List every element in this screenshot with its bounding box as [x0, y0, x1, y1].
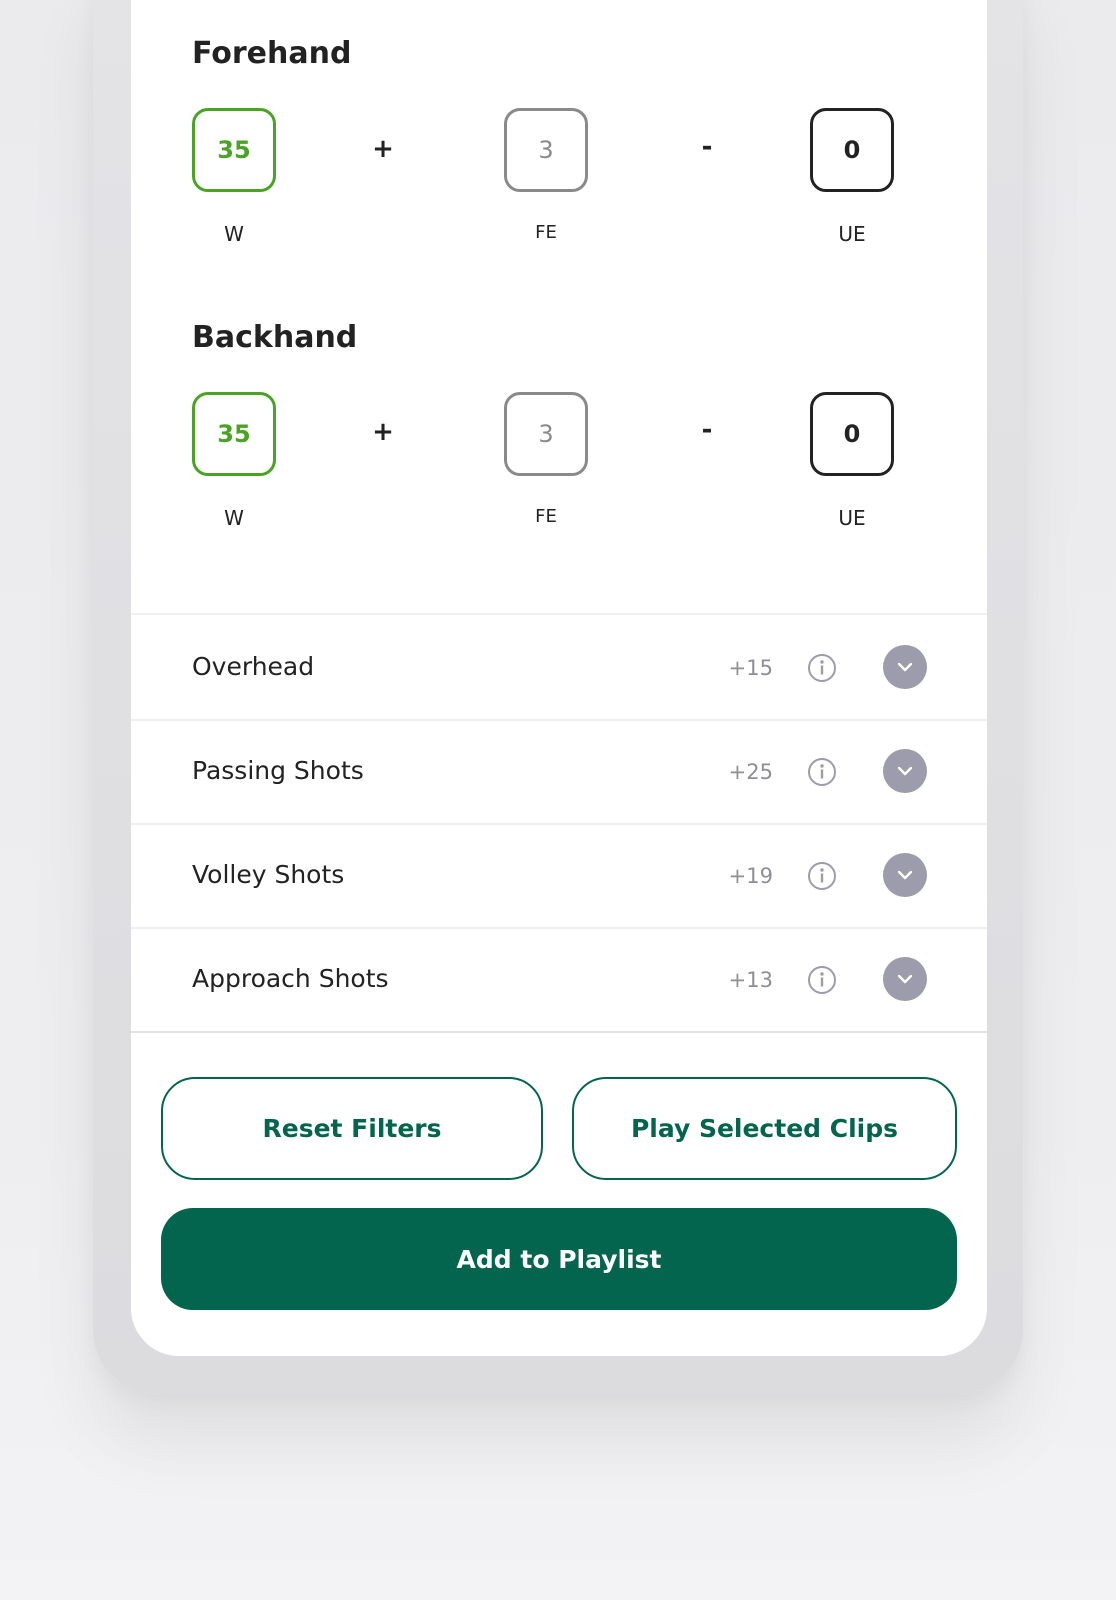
- category-label: Approach Shots: [192, 964, 389, 993]
- backhand-title: Backhand: [192, 320, 358, 355]
- list-divider: [131, 613, 987, 615]
- chevron-down-icon: [897, 870, 913, 880]
- reset-filters-button[interactable]: Reset Filters: [161, 1077, 543, 1180]
- category-count: +25: [728, 760, 773, 784]
- info-icon[interactable]: [807, 965, 837, 995]
- backhand-minus-sign: -: [701, 415, 713, 445]
- category-label: Overhead: [192, 652, 315, 681]
- category-label: Passing Shots: [192, 756, 364, 785]
- expand-button[interactable]: [883, 957, 927, 1001]
- backhand-winners-box[interactable]: 35: [192, 392, 276, 476]
- category-count: +19: [728, 864, 773, 888]
- info-icon[interactable]: [807, 757, 837, 787]
- backhand-winners-label: W: [224, 506, 244, 530]
- expand-button[interactable]: [883, 645, 927, 689]
- info-icon[interactable]: [807, 861, 837, 891]
- category-row-approach-shots[interactable]: Approach Shots +13: [131, 928, 987, 1032]
- forehand-winners-label: W: [224, 222, 244, 246]
- forehand-minus-sign: -: [701, 132, 713, 162]
- category-count: +13: [728, 968, 773, 992]
- footer-divider: [131, 1031, 987, 1033]
- chevron-down-icon: [897, 662, 913, 672]
- category-row-overhead[interactable]: Overhead +15: [131, 616, 987, 720]
- play-selected-clips-button[interactable]: Play Selected Clips: [572, 1077, 957, 1180]
- forehand-forced-errors-label: FE: [535, 222, 557, 243]
- shot-stats-panel: Forehand 35 + 3 - 0 W FE UE Backhand 35 …: [131, 0, 987, 1356]
- expand-button[interactable]: [883, 749, 927, 793]
- forehand-plus-sign: +: [372, 134, 394, 164]
- forehand-forced-errors-box[interactable]: 3: [504, 108, 588, 192]
- forehand-winners-box[interactable]: 35: [192, 108, 276, 192]
- forehand-unforced-errors-box[interactable]: 0: [810, 108, 894, 192]
- expand-button[interactable]: [883, 853, 927, 897]
- backhand-forced-errors-label: FE: [535, 506, 557, 527]
- backhand-plus-sign: +: [372, 417, 394, 447]
- chevron-down-icon: [897, 974, 913, 984]
- info-icon[interactable]: [807, 653, 837, 683]
- backhand-unforced-errors-box[interactable]: 0: [810, 392, 894, 476]
- forehand-title: Forehand: [192, 36, 352, 71]
- category-label: Volley Shots: [192, 860, 345, 889]
- add-to-playlist-button[interactable]: Add to Playlist: [161, 1208, 957, 1310]
- category-count: +15: [728, 656, 773, 680]
- backhand-unforced-errors-label: UE: [838, 506, 866, 530]
- category-row-passing-shots[interactable]: Passing Shots +25: [131, 720, 987, 824]
- chevron-down-icon: [897, 766, 913, 776]
- backhand-forced-errors-box[interactable]: 3: [504, 392, 588, 476]
- category-row-volley-shots[interactable]: Volley Shots +19: [131, 824, 987, 928]
- forehand-unforced-errors-label: UE: [838, 222, 866, 246]
